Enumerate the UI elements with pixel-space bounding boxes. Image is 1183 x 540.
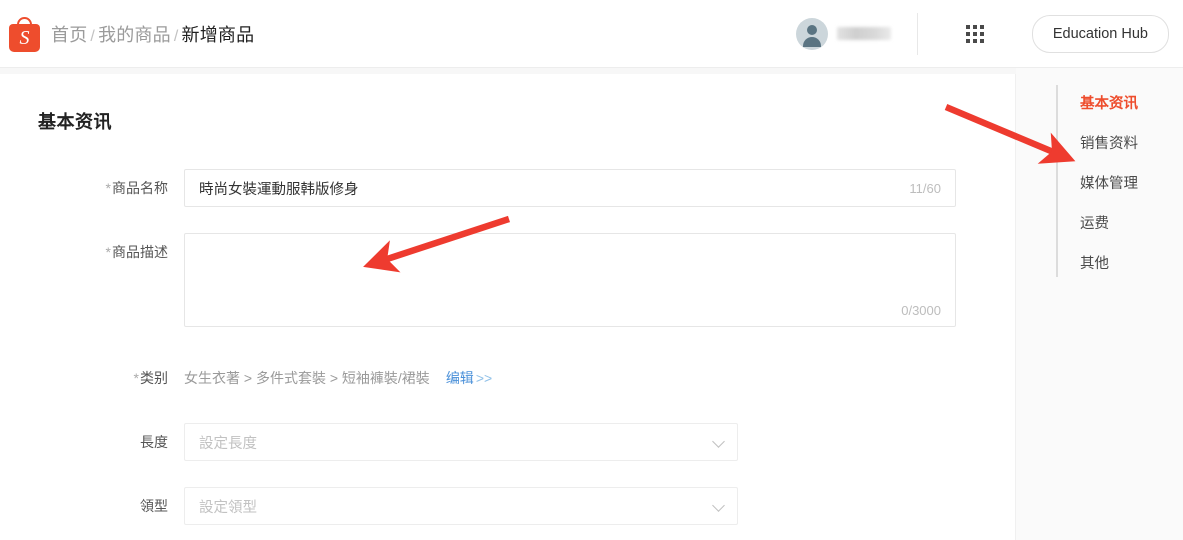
- sidebar-item-media-management[interactable]: 媒体管理: [1080, 164, 1180, 204]
- username-masked: [836, 27, 891, 40]
- breadcrumb-current: 新增商品: [181, 24, 255, 45]
- collar-label: 領型: [140, 498, 168, 514]
- basic-info-card: 基本资讯 *商品名称 時尚女裝運動服韩版修身 11/60 *商品描述 0/300…: [0, 68, 1016, 540]
- brand-and-breadcrumb: S 首页 / 我的商品 / 新增商品: [9, 16, 254, 52]
- product-description-textarea[interactable]: 0/3000: [184, 233, 956, 327]
- sidebar-item-shipping-fee[interactable]: 运费: [1080, 204, 1180, 244]
- category-path: 女生衣著 > 多件式套裝 > 短袖褲裝/裙裝: [184, 370, 430, 386]
- breadcrumb-home[interactable]: 首页: [51, 25, 87, 45]
- product-name-label: *商品名称: [38, 169, 184, 207]
- side-nav-rail: [1056, 85, 1058, 277]
- field-row-length: 長度 設定長度: [38, 423, 738, 461]
- breadcrumb: 首页 / 我的商品 / 新增商品: [51, 21, 254, 47]
- logo-letter: S: [19, 26, 30, 49]
- avatar-body: [802, 36, 821, 47]
- grid-dot: [972, 31, 977, 36]
- required-mark: *: [105, 180, 111, 196]
- collar-placeholder: 設定領型: [199, 499, 257, 516]
- required-mark: *: [105, 244, 111, 260]
- grid-dot: [972, 24, 977, 29]
- grid-dot: [979, 31, 984, 36]
- top-bar: S 首页 / 我的商品 / 新增商品 Education Hub: [0, 0, 1183, 68]
- collar-select[interactable]: 設定領型: [184, 487, 738, 525]
- page-body: 基本资讯 *商品名称 時尚女裝運動服韩版修身 11/60 *商品描述 0/300…: [0, 68, 1183, 540]
- grid-dot: [965, 24, 970, 29]
- length-label: 長度: [140, 434, 168, 450]
- grid-dot: [972, 38, 977, 43]
- product-description-label: *商品描述: [38, 233, 184, 271]
- product-name-input[interactable]: 時尚女裝運動服韩版修身 11/60: [184, 169, 956, 207]
- required-mark: *: [133, 370, 139, 386]
- top-bar-right: Education Hub: [795, 0, 1183, 68]
- page-title: 基本资讯: [38, 112, 112, 132]
- field-row-product-description: *商品描述 0/3000: [38, 233, 956, 327]
- education-hub-button[interactable]: Education Hub: [1031, 14, 1169, 53]
- field-row-collar: 領型 設定領型: [38, 487, 738, 525]
- grid-dot: [979, 38, 984, 43]
- grid-dot: [965, 38, 970, 43]
- top-bar-divider: [916, 12, 918, 55]
- product-description-counter: 0/3000: [901, 303, 941, 318]
- user-avatar-icon[interactable]: [795, 17, 828, 50]
- category-edit-link[interactable]: 编辑 >>: [446, 359, 492, 397]
- category-label: *类别: [38, 359, 184, 397]
- category-label-text: 类别: [140, 370, 168, 386]
- grid-apps-icon[interactable]: [965, 24, 984, 43]
- field-row-category: *类别 女生衣著 > 多件式套裝 > 短袖褲裝/裙裝 编辑 >>: [38, 359, 493, 397]
- category-edit-label: 编辑: [445, 370, 474, 386]
- breadcrumb-my-products[interactable]: 我的商品: [98, 25, 171, 45]
- product-name-value: 時尚女裝運動服韩版修身: [199, 181, 359, 198]
- field-row-product-name: *商品名称 時尚女裝運動服韩版修身 11/60: [38, 169, 956, 207]
- account-menu[interactable]: [795, 17, 917, 50]
- breadcrumb-separator-1: /: [90, 27, 96, 45]
- section-side-nav: 基本资讯 销售资料 媒体管理 运费 其他: [1017, 68, 1183, 540]
- chevron-down-icon: [713, 500, 725, 512]
- length-select[interactable]: 設定長度: [184, 423, 738, 461]
- product-name-label-text: 商品名称: [112, 180, 168, 196]
- card-top-strip: [0, 68, 1016, 74]
- length-placeholder: 設定長度: [199, 435, 257, 452]
- side-nav-list: 基本资讯 销售资料 媒体管理 运费 其他: [1080, 84, 1180, 284]
- grid-dot: [965, 31, 970, 36]
- breadcrumb-separator-2: /: [173, 27, 179, 45]
- chevron-down-icon: [713, 436, 725, 448]
- sidebar-item-basic-info[interactable]: 基本资讯: [1080, 84, 1180, 124]
- shopee-bag-logo-icon[interactable]: S: [9, 16, 40, 52]
- product-name-counter: 11/60: [909, 180, 941, 196]
- category-edit-arrows: >>: [475, 370, 493, 386]
- product-description-label-text: 商品描述: [112, 244, 168, 260]
- grid-dot: [979, 24, 984, 29]
- avatar-head: [806, 24, 817, 35]
- sidebar-item-sales-info[interactable]: 销售资料: [1080, 124, 1180, 164]
- sidebar-item-others[interactable]: 其他: [1080, 244, 1180, 284]
